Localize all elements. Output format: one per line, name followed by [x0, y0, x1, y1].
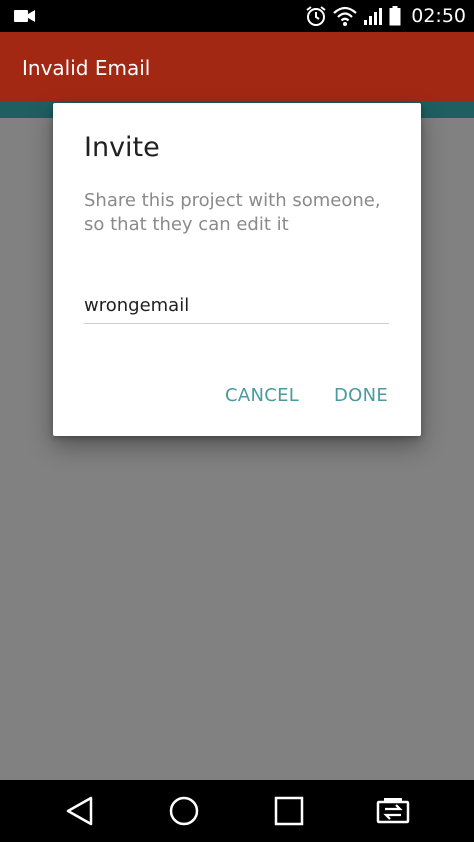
screen-switch-icon[interactable]	[375, 795, 411, 827]
back-icon[interactable]	[64, 795, 96, 827]
done-button[interactable]: DONE	[334, 385, 388, 406]
app-title: Invalid Email	[22, 56, 151, 80]
cellular-signal-icon	[364, 8, 383, 25]
alarm-clock-icon	[306, 6, 326, 26]
invite-dialog: Invite Share this project with someone, …	[53, 103, 421, 436]
email-input[interactable]	[84, 287, 389, 324]
status-bar: 02:50	[0, 0, 474, 32]
status-icons: 02:50	[305, 0, 466, 32]
navigation-bar	[0, 780, 474, 842]
video-camera-icon	[14, 10, 35, 22]
wifi-icon	[333, 6, 357, 26]
cancel-button[interactable]: CANCEL	[225, 385, 299, 406]
recents-icon[interactable]	[273, 795, 305, 827]
status-time: 02:50	[411, 5, 466, 27]
dialog-message: Share this project with someone, so that…	[84, 190, 381, 235]
dialog-title: Invite	[84, 132, 160, 163]
battery-icon	[389, 6, 401, 26]
app-bar: Invalid Email	[0, 32, 474, 102]
home-icon[interactable]	[168, 795, 200, 827]
